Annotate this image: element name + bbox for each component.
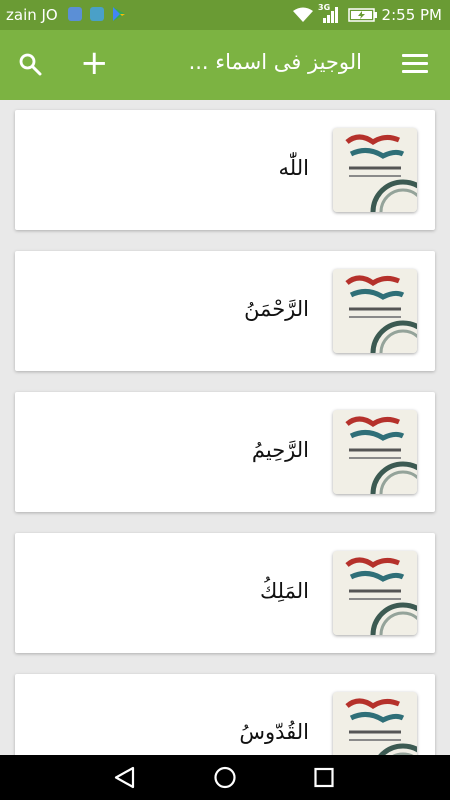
back-icon[interactable] (95, 755, 155, 800)
book-cover-thumbnail (333, 269, 417, 353)
book-cover-thumbnail (333, 410, 417, 494)
home-icon[interactable] (195, 755, 255, 800)
search-icon[interactable] (18, 52, 42, 76)
play-store-icon (113, 7, 125, 21)
recent-apps-icon[interactable] (294, 755, 354, 800)
location-notification-icon (68, 7, 82, 21)
item-label: القُدّوسُ (239, 720, 309, 744)
page-title: الوجيز فى اسماء ... (188, 50, 362, 74)
list-item[interactable]: اللّٰه (15, 110, 435, 230)
list-item[interactable]: المَلِكُ (15, 533, 435, 653)
names-list: اللّٰه الرَّحْمَنُ الرَّحِيمُ المَلِكُ ا… (0, 100, 450, 755)
book-cover-thumbnail (333, 551, 417, 635)
list-item[interactable]: القُدّوسُ (15, 674, 435, 755)
item-label: الرَّحِيمُ (251, 438, 309, 462)
book-cover-thumbnail (333, 692, 417, 755)
wifi-icon (293, 7, 313, 22)
signal-icon (323, 7, 338, 23)
carrier-name: zain JO (6, 6, 58, 24)
app-bar: + الوجيز فى اسماء ... (0, 30, 450, 100)
item-label: المَلِكُ (259, 579, 309, 603)
item-label: الرَّحْمَنُ (244, 297, 309, 321)
menu-icon[interactable] (402, 54, 428, 76)
status-bar: zain JO 3G 2:55 PM (0, 0, 450, 30)
list-item[interactable]: الرَّحِيمُ (15, 392, 435, 512)
clock: 2:55 PM (381, 6, 442, 24)
battery-charging-icon (348, 8, 377, 22)
book-cover-thumbnail (333, 128, 417, 212)
android-notification-icon (90, 7, 104, 21)
add-button[interactable]: + (80, 45, 109, 81)
list-item[interactable]: الرَّحْمَنُ (15, 251, 435, 371)
item-label: اللّٰه (278, 156, 309, 180)
navigation-bar (0, 755, 450, 800)
